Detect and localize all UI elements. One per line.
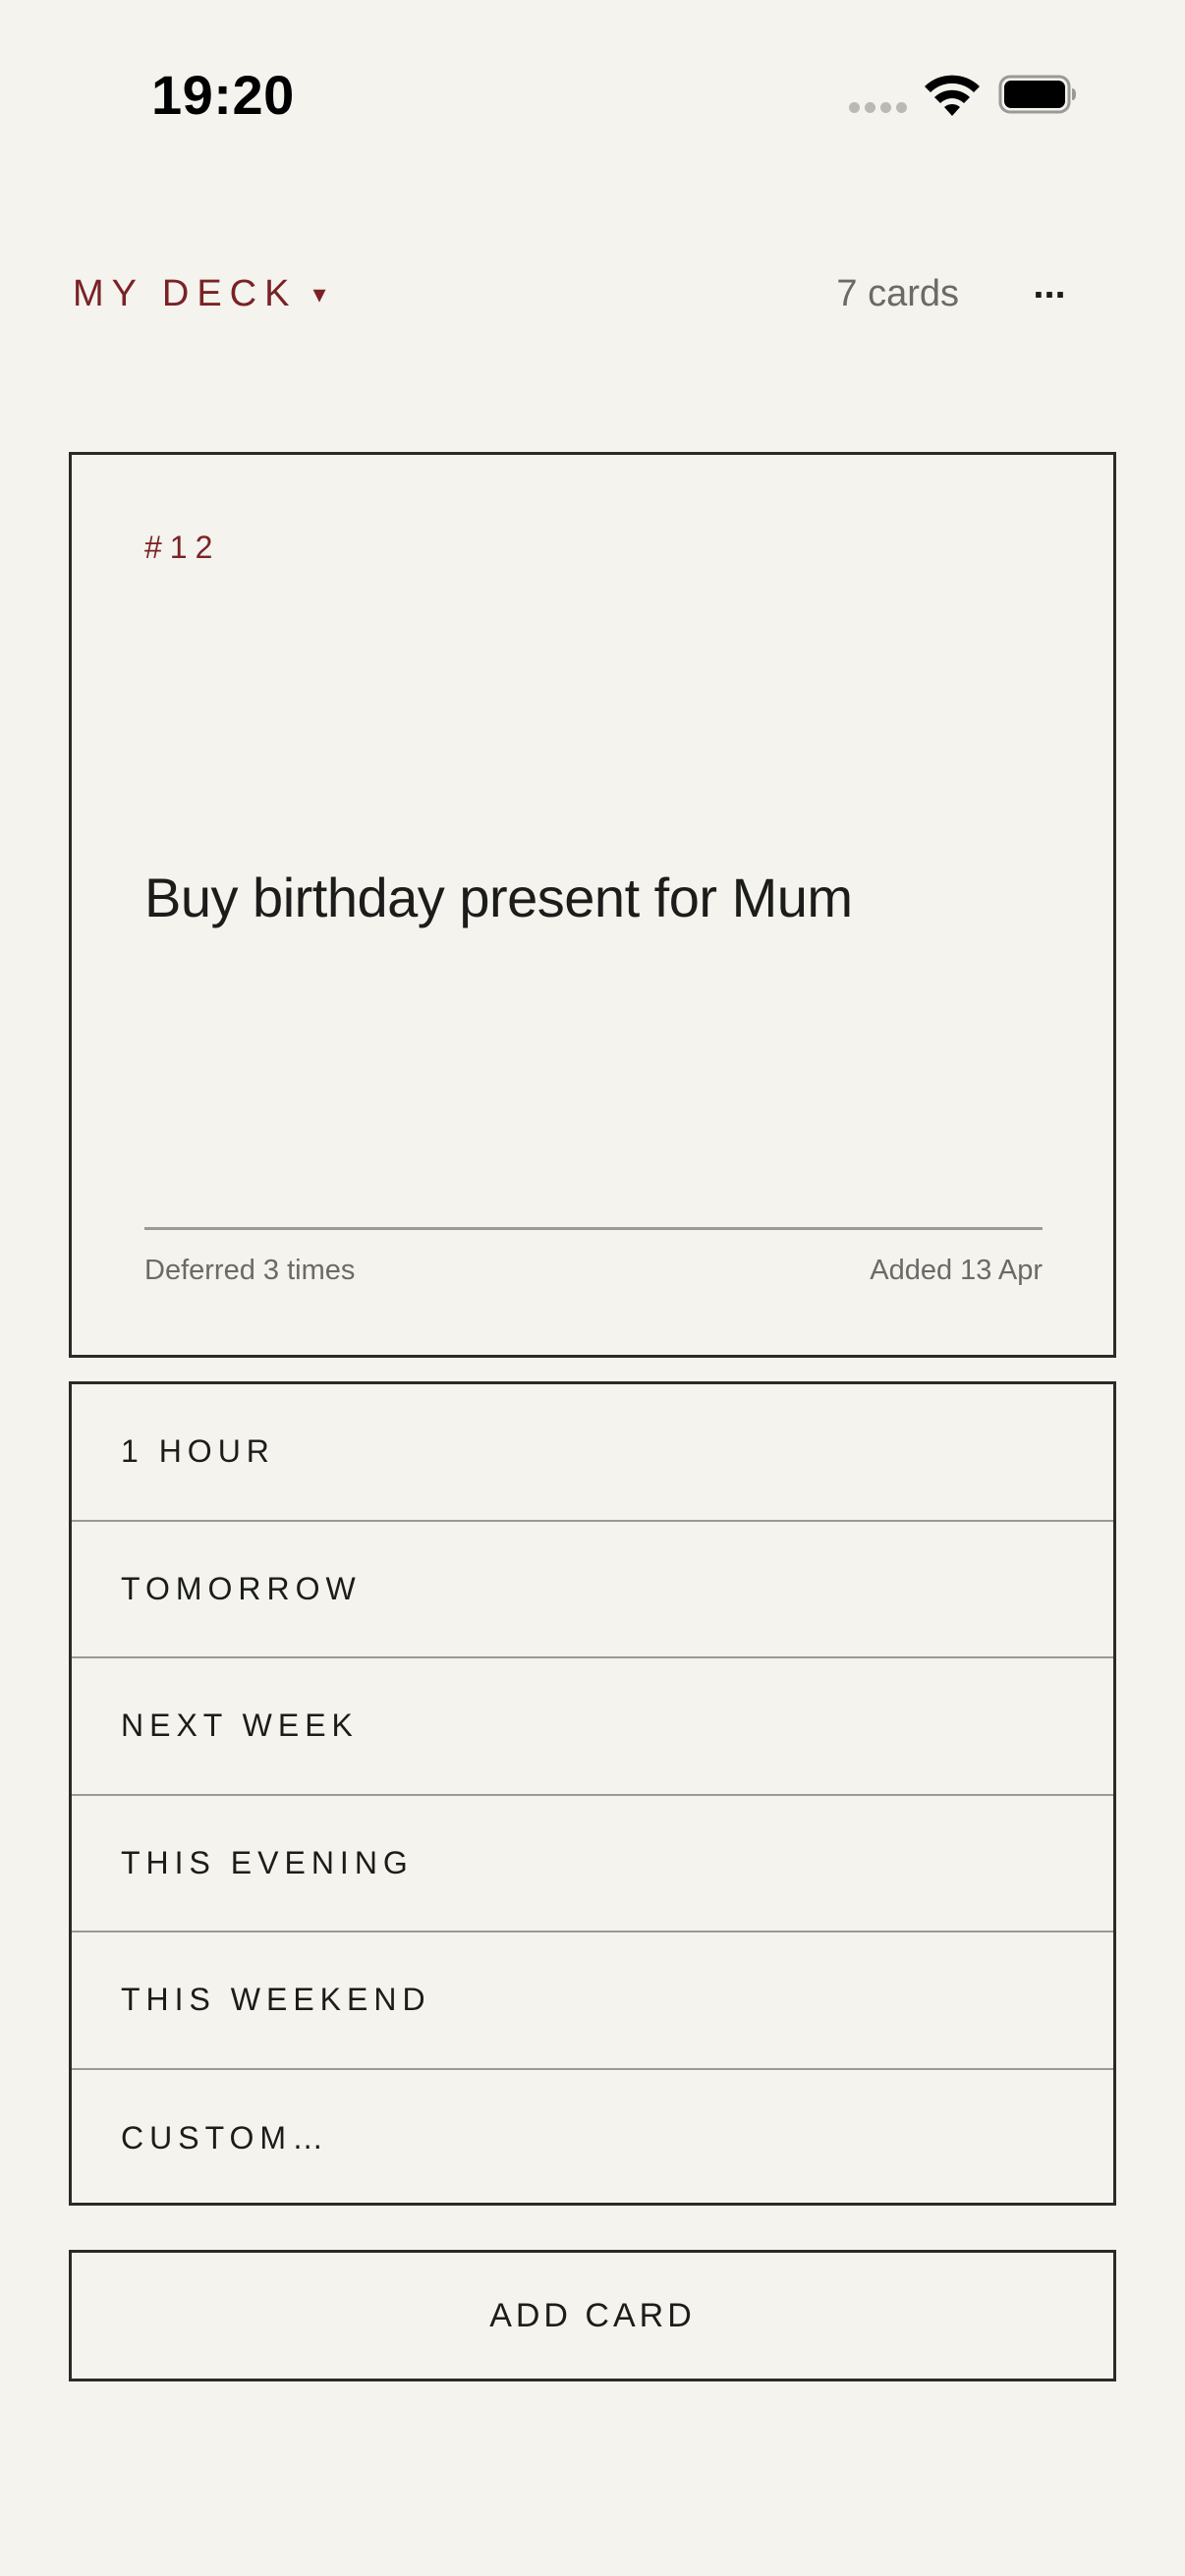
add-card-button[interactable]: ADD CARD	[69, 2250, 1116, 2381]
deck-name: MY DECK	[73, 273, 298, 314]
card-deferred-count: Deferred 3 times	[144, 1255, 356, 1286]
current-card[interactable]: #12 Buy birthday present for Mum Deferre…	[69, 452, 1116, 1358]
battery-icon	[998, 75, 1076, 114]
defer-options-list: 1 HOUR TOMORROW NEXT WEEK THIS EVENING T…	[69, 1381, 1116, 2206]
cellular-signal-icon	[849, 102, 908, 116]
more-options-button[interactable]: ...	[1028, 265, 1071, 314]
option-1-hour[interactable]: 1 HOUR	[72, 1384, 1113, 1522]
option-custom[interactable]: CUSTOM…	[72, 2070, 1113, 2208]
option-this-evening[interactable]: THIS EVENING	[72, 1796, 1113, 1932]
option-this-weekend[interactable]: THIS WEEKEND	[72, 1932, 1113, 2070]
wifi-icon	[925, 75, 980, 116]
option-tomorrow[interactable]: TOMORROW	[72, 1522, 1113, 1658]
card-divider	[144, 1227, 1043, 1230]
card-number: #12	[144, 530, 221, 565]
card-count: 7 cards	[836, 273, 959, 314]
deck-selector[interactable]: MY DECK ▾	[73, 273, 326, 315]
card-added-date: Added 13 Apr	[870, 1255, 1043, 1286]
option-next-week[interactable]: NEXT WEEK	[72, 1658, 1113, 1796]
card-text: Buy birthday present for Mum	[144, 867, 853, 928]
caret-down-icon: ▾	[312, 279, 326, 308]
status-time: 19:20	[151, 64, 295, 126]
